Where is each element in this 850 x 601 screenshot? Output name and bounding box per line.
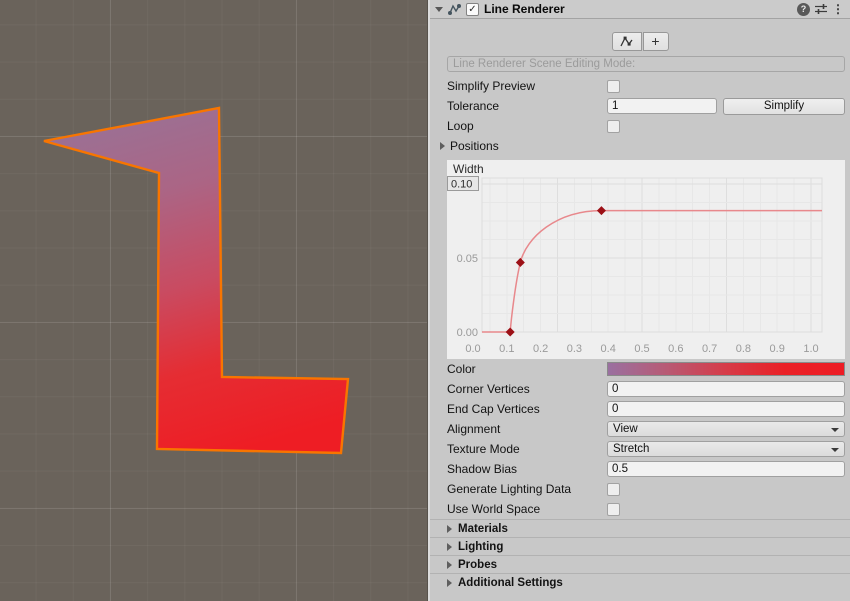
corner-vertices-row: Corner Vertices 0 [430, 379, 850, 399]
svg-text:0.6: 0.6 [668, 343, 683, 355]
help-icon[interactable]: ? [797, 3, 810, 16]
presets-icon[interactable] [814, 2, 828, 16]
additional-settings-foldout[interactable]: Additional Settings [430, 573, 850, 591]
foldout-closed-icon [447, 543, 452, 551]
foldout-closed-icon [440, 142, 445, 150]
foldout-closed-icon [447, 561, 452, 569]
svg-text:0.05: 0.05 [457, 253, 478, 265]
color-gradient-field[interactable] [607, 362, 845, 376]
svg-text:0.8: 0.8 [736, 343, 751, 355]
simplify-button[interactable]: Simplify [723, 98, 845, 115]
corner-vertices-input[interactable]: 0 [607, 381, 845, 397]
width-max-field: 0.10 [451, 179, 472, 191]
foldout-closed-icon [447, 579, 452, 587]
width-curve-editor[interactable]: 0.0 0.1 0.2 0.3 0.4 0.5 0.6 0.7 0.8 0.9 1.0 0.05 0.0… [447, 160, 845, 359]
tolerance-row: Tolerance 1 Simplify [430, 96, 850, 116]
lighting-foldout[interactable]: Lighting [430, 537, 850, 555]
foldout-closed-icon [447, 525, 452, 533]
use-world-space-checkbox[interactable] [607, 503, 620, 516]
alignment-row: Alignment View [430, 419, 850, 439]
svg-text:0.9: 0.9 [770, 343, 785, 355]
probes-label: Probes [458, 559, 497, 571]
rendered-line-polygon[interactable] [44, 108, 348, 453]
end-cap-vertices-row: End Cap Vertices 0 [430, 399, 850, 419]
add-point-button[interactable]: + [643, 32, 669, 51]
scene-editing-mode-field: Line Renderer Scene Editing Mode: [447, 56, 845, 72]
svg-text:0.7: 0.7 [702, 343, 717, 355]
generate-lighting-data-row: Generate Lighting Data [430, 479, 850, 499]
texture-mode-label: Texture Mode [447, 442, 607, 456]
component-enabled-checkbox[interactable]: ✓ [466, 3, 479, 16]
component-title: Line Renderer [484, 2, 565, 16]
shadow-bias-input[interactable]: 0.5 [607, 461, 845, 477]
foldout-open-icon[interactable] [435, 7, 443, 12]
inspector-panel: ✓ Line Renderer ? ⋮ + Line Render [430, 0, 850, 601]
edit-points-button[interactable] [612, 32, 642, 51]
loop-row: Loop [430, 116, 850, 136]
line-renderer-shape[interactable] [0, 0, 427, 601]
materials-label: Materials [458, 523, 508, 535]
svg-text:0.3: 0.3 [567, 343, 582, 355]
shadow-bias-label: Shadow Bias [447, 462, 607, 476]
additional-settings-label: Additional Settings [458, 577, 563, 589]
alignment-dropdown[interactable]: View [607, 421, 845, 437]
texture-mode-dropdown[interactable]: Stretch [607, 441, 845, 457]
materials-foldout[interactable]: Materials [430, 519, 850, 537]
context-menu-icon[interactable]: ⋮ [832, 3, 844, 16]
positions-foldout[interactable]: Positions [430, 136, 850, 156]
use-world-space-row: Use World Space [430, 499, 850, 519]
color-row: Color [430, 359, 850, 379]
tolerance-input[interactable]: 1 [607, 98, 717, 114]
loop-label: Loop [447, 119, 607, 133]
positions-label: Positions [450, 139, 499, 153]
width-graph-title: Width [453, 162, 484, 176]
scene-view[interactable] [0, 0, 427, 601]
loop-checkbox[interactable] [607, 120, 620, 133]
probes-foldout[interactable]: Probes [430, 555, 850, 573]
svg-text:0.00: 0.00 [457, 327, 478, 339]
scene-tools: + [430, 32, 850, 51]
svg-text:0.4: 0.4 [601, 343, 616, 355]
simplify-preview-label: Simplify Preview [447, 79, 607, 93]
texture-mode-row: Texture Mode Stretch [430, 439, 850, 459]
color-label: Color [447, 362, 607, 376]
svg-text:0.0: 0.0 [465, 343, 480, 355]
simplify-preview-row: Simplify Preview [430, 76, 850, 96]
corner-vertices-label: Corner Vertices [447, 382, 607, 396]
simplify-preview-checkbox[interactable] [607, 80, 620, 93]
lighting-label: Lighting [458, 541, 503, 553]
line-renderer-icon [447, 2, 462, 17]
alignment-label: Alignment [447, 422, 607, 436]
tolerance-label: Tolerance [447, 99, 607, 113]
shadow-bias-row: Shadow Bias 0.5 [430, 459, 850, 479]
svg-text:0.2: 0.2 [533, 343, 548, 355]
generate-lighting-data-checkbox[interactable] [607, 483, 620, 496]
svg-text:0.5: 0.5 [634, 343, 649, 355]
end-cap-vertices-input[interactable]: 0 [607, 401, 845, 417]
svg-text:1.0: 1.0 [803, 343, 818, 355]
use-world-space-label: Use World Space [447, 502, 607, 516]
component-header[interactable]: ✓ Line Renderer ? ⋮ [430, 0, 850, 19]
edit-path-icon [619, 35, 635, 49]
svg-text:0.1: 0.1 [499, 343, 514, 355]
unity-editor: ✓ Line Renderer ? ⋮ + Line Render [0, 0, 850, 601]
generate-lighting-data-label: Generate Lighting Data [447, 482, 607, 496]
end-cap-vertices-label: End Cap Vertices [447, 402, 607, 416]
